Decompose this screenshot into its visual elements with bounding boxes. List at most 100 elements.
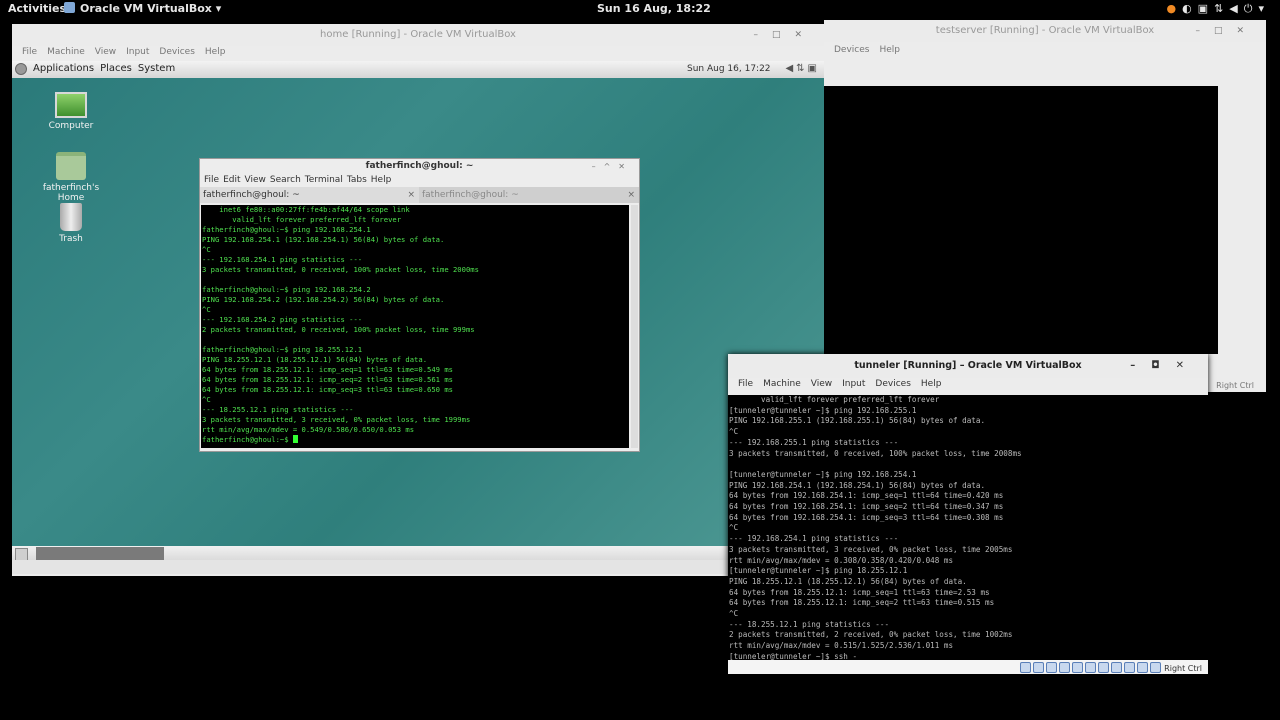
shared-folder-icon[interactable]	[1085, 662, 1097, 673]
taskbar-terminal-entry[interactable]	[36, 547, 164, 560]
terminal-scrollbar[interactable]	[631, 205, 638, 448]
app-menu[interactable]: Oracle VM VirtualBox ▾	[64, 2, 221, 15]
optical-icon[interactable]	[1033, 662, 1045, 673]
close-icon[interactable]: ✕	[1236, 26, 1258, 36]
terminal-menu-file[interactable]: File	[204, 175, 219, 185]
tab-close-icon[interactable]: ×	[627, 187, 635, 203]
terminal-output[interactable]: inet6 fe80::a00:27ff:fe4b:af44/64 scope …	[201, 205, 629, 448]
close-icon[interactable]: ✕	[794, 30, 816, 40]
terminal-line: PING 192.168.255.1 (192.168.255.1) 56(84…	[729, 416, 986, 426]
terminal-line: valid_lft forever preferred_lft forever	[729, 395, 940, 404]
close-icon[interactable]: ✕	[1176, 360, 1200, 371]
terminal-line: [tunneler@tunneler ~]$ ping 18.255.12.1	[729, 566, 908, 576]
virtualbox-icon	[64, 2, 75, 13]
guest-menu-system[interactable]: System	[138, 63, 175, 74]
guest-menu-applications[interactable]: Applications	[33, 63, 94, 74]
network-icon[interactable]	[1059, 662, 1071, 673]
maximize-icon[interactable]: □	[772, 30, 795, 40]
menu-devices[interactable]: Devices	[875, 379, 910, 389]
menu-help[interactable]: Help	[879, 45, 900, 55]
terminal-line: PING 192.168.254.1 (192.168.254.1) 56(84…	[729, 480, 986, 490]
menu-machine[interactable]: Machine	[47, 47, 85, 57]
maximize-icon[interactable]: ◘	[1151, 360, 1175, 371]
terminal-titlebar[interactable]: fatherfinch@ghoul: ~ –^✕	[200, 159, 639, 174]
accessibility-icon[interactable]: ◐	[1182, 2, 1198, 15]
menu-help[interactable]: Help	[205, 47, 226, 57]
menu-file[interactable]: File	[738, 379, 753, 389]
guest-desktop[interactable]: Computer fatherfinch's Home Trash father…	[12, 78, 824, 546]
testserver-menubar: Devices Help	[824, 45, 1266, 59]
cpu-icon[interactable]	[1124, 662, 1136, 673]
terminal-line: --- 192.168.254.2 ping statistics ---	[202, 315, 363, 324]
terminal-tab-2[interactable]: fatherfinch@ghoul: ~ ×	[419, 187, 639, 203]
testserver-screen[interactable]	[824, 86, 1218, 354]
terminal-menubar: File Edit View Search Terminal Tabs Help	[200, 174, 639, 187]
home-vm-titlebar[interactable]: home [Running] - Oracle VM VirtualBox –□…	[12, 24, 824, 46]
tunneler-console[interactable]: valid_lft forever preferred_lft forever […	[728, 395, 1208, 661]
terminal-line: 3 packets transmitted, 3 received, 0% pa…	[202, 415, 471, 424]
desktop-icon-home[interactable]: fatherfinch's Home	[31, 152, 111, 203]
menu-devices[interactable]: Devices	[834, 45, 869, 55]
terminal-line: PING 18.255.12.1 (18.255.12.1) 56(84) by…	[729, 576, 967, 586]
home-guest-display[interactable]: Applications Places System Sun Aug 16, 17:…	[12, 61, 824, 600]
top-clock[interactable]: Sun 16 Aug, 18:22	[597, 2, 711, 15]
display-icon[interactable]: ▣	[1198, 2, 1214, 15]
maximize-icon[interactable]: □	[1214, 26, 1237, 36]
terminal-line: --- 192.168.254.1 ping statistics ---	[729, 534, 899, 544]
testserver-vm-window[interactable]: testserver [Running] - Oracle VM Virtual…	[824, 20, 1266, 392]
usb-icon[interactable]	[1072, 662, 1084, 673]
minimize-icon[interactable]: –	[753, 30, 772, 40]
guest-terminal-window[interactable]: fatherfinch@ghoul: ~ –^✕ File Edit View Sea…	[199, 158, 640, 452]
terminal-line: valid_lft forever preferred_lft forever	[202, 215, 402, 224]
video-capture-icon[interactable]	[1111, 662, 1123, 673]
audio-icon[interactable]	[1046, 662, 1058, 673]
tunneler-titlebar[interactable]: tunneler [Running] – Oracle VM VirtualBo…	[728, 354, 1208, 378]
tab-close-icon[interactable]: ×	[407, 187, 415, 203]
menu-view[interactable]: View	[811, 379, 832, 389]
guest-status-icon[interactable]: ▣	[808, 63, 820, 74]
menu-help[interactable]: Help	[921, 379, 942, 389]
terminal-menu-edit[interactable]: Edit	[223, 175, 240, 185]
menu-devices[interactable]: Devices	[159, 47, 194, 57]
guest-menu-places[interactable]: Places	[100, 63, 132, 74]
desktop-icon-label: Computer	[48, 121, 94, 131]
home-vm-window[interactable]: home [Running] - Oracle VM VirtualBox –□…	[12, 24, 824, 576]
terminal-line: [tunneler@tunneler ~]$ ping 192.168.254.…	[729, 469, 917, 479]
guest-network-icon[interactable]: ⇅	[796, 63, 807, 74]
menu-input[interactable]: Input	[126, 47, 149, 57]
terminal-prompt[interactable]: fatherfinch@ghoul:~$	[201, 435, 629, 445]
testserver-titlebar[interactable]: testserver [Running] - Oracle VM Virtual…	[824, 20, 1266, 42]
terminal-line: ^C	[729, 427, 739, 437]
mouse-integration-icon[interactable]	[1137, 662, 1149, 673]
menu-machine[interactable]: Machine	[763, 379, 801, 389]
keyboard-icon[interactable]	[1150, 662, 1162, 673]
menu-view[interactable]: View	[95, 47, 116, 57]
menu-file[interactable]: File	[22, 47, 37, 57]
guest-volume-icon[interactable]: ◀	[785, 63, 796, 74]
menu-input[interactable]: Input	[842, 379, 865, 389]
activities-button[interactable]: Activities	[8, 2, 66, 15]
minimize-icon[interactable]: –	[1195, 26, 1214, 36]
tunneler-vm-window[interactable]: tunneler [Running] – Oracle VM VirtualBo…	[728, 354, 1208, 674]
minimize-icon[interactable]: –	[592, 162, 604, 171]
terminal-tab-1[interactable]: fatherfinch@ghoul: ~ ×	[200, 187, 419, 203]
volume-icon[interactable]: ◀	[1229, 2, 1243, 15]
terminal-menu-search[interactable]: Search	[270, 175, 301, 185]
maximize-icon[interactable]: ^	[604, 162, 619, 171]
desktop-icon-computer[interactable]: Computer	[31, 92, 111, 131]
close-icon[interactable]: ✕	[618, 162, 633, 171]
display-icon[interactable]	[1098, 662, 1110, 673]
terminal-line: fatherfinch@ghoul:~$ ping 18.255.12.1	[202, 345, 363, 354]
system-tray[interactable]: ●◐▣⇅◀⏻▾	[1166, 2, 1270, 16]
hdd-icon[interactable]	[1020, 662, 1032, 673]
power-icon[interactable]: ⏻	[1244, 2, 1259, 15]
menu-arrow-icon[interactable]: ▾	[1258, 2, 1270, 15]
network-icon[interactable]: ⇅	[1214, 2, 1229, 15]
terminal-menu-terminal[interactable]: Terminal	[305, 175, 343, 185]
guest-clock[interactable]: Sun Aug 16, 17:22	[687, 64, 771, 74]
desktop-icon-trash[interactable]: Trash	[31, 203, 111, 244]
terminal-menu-help[interactable]: Help	[371, 175, 392, 185]
minimize-icon[interactable]: –	[1130, 360, 1151, 371]
terminal-menu-view[interactable]: View	[245, 175, 266, 185]
terminal-menu-tabs[interactable]: Tabs	[347, 175, 367, 185]
